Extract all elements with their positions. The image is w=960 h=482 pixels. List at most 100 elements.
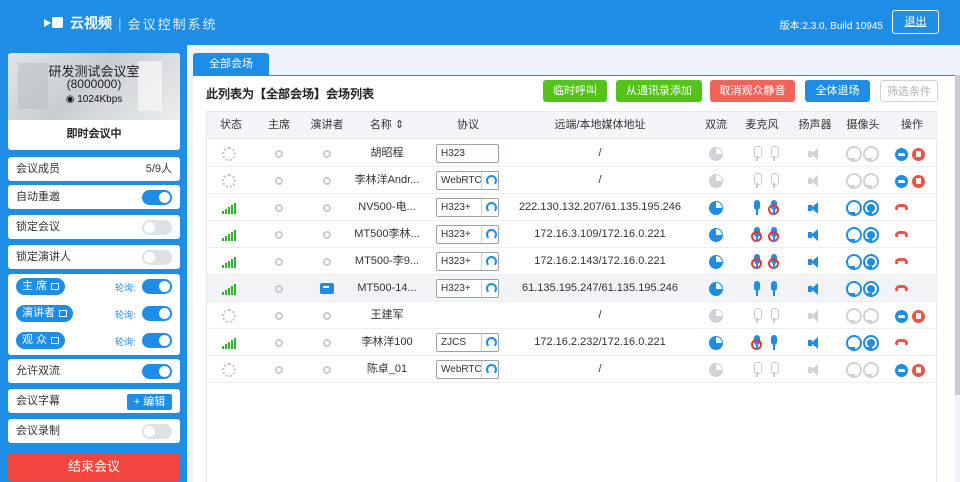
speaker-icon[interactable] <box>808 256 822 268</box>
logout-button[interactable]: 退出 <box>892 10 939 34</box>
tab-all-venues[interactable]: 全部会场 <box>193 53 269 75</box>
protocol-select[interactable]: WebRTC <box>436 171 499 190</box>
set-presenter-radio[interactable] <box>323 258 331 266</box>
mic-icon[interactable] <box>751 335 762 350</box>
scrollbar[interactable] <box>955 75 960 395</box>
hangup-icon[interactable] <box>895 258 908 264</box>
temp-call-button[interactable]: 临时呼叫 <box>543 80 607 102</box>
set-presenter-radio[interactable] <box>323 339 331 347</box>
mic-icon[interactable] <box>768 254 779 269</box>
speaker-icon[interactable] <box>808 148 822 160</box>
set-chair-radio[interactable] <box>275 177 283 185</box>
presenter-poll-toggle[interactable] <box>142 306 172 321</box>
delete-icon[interactable] <box>912 175 925 188</box>
call-icon[interactable] <box>895 310 908 323</box>
end-meeting-button[interactable]: 结束会议 <box>8 453 180 481</box>
subtitle-edit-button[interactable]: + 编辑 <box>127 394 172 410</box>
mic-icon[interactable] <box>770 335 778 350</box>
set-chair-radio[interactable] <box>275 150 283 158</box>
set-chair-radio[interactable] <box>275 366 283 374</box>
speaker-icon[interactable] <box>808 175 822 187</box>
mic-icon[interactable] <box>770 308 779 323</box>
role-chair[interactable]: 主 席 <box>16 278 66 295</box>
camera-icon[interactable] <box>846 254 862 270</box>
mic-icon[interactable] <box>753 146 762 161</box>
all-leave-button[interactable]: 全体退场 <box>805 80 870 102</box>
dual-stream-icon[interactable] <box>709 228 723 242</box>
mic-icon[interactable] <box>770 362 779 377</box>
protocol-select[interactable]: H323 <box>436 144 499 163</box>
speaker-icon[interactable] <box>808 229 822 241</box>
dual-stream-icon[interactable] <box>709 336 723 350</box>
speaker-icon[interactable] <box>808 337 822 349</box>
dual-stream-icon[interactable] <box>709 201 723 215</box>
mic-icon[interactable] <box>770 281 778 296</box>
dual-stream-icon[interactable] <box>709 363 723 377</box>
dual-stream-icon[interactable] <box>709 255 723 269</box>
camera-icon[interactable] <box>846 362 862 378</box>
call-icon[interactable] <box>895 148 908 161</box>
call-icon[interactable] <box>895 364 908 377</box>
camera-icon[interactable] <box>863 173 879 189</box>
presenter-icon[interactable] <box>320 283 334 294</box>
hangup-icon[interactable] <box>895 204 908 210</box>
camera-icon[interactable] <box>846 173 862 189</box>
role-audience[interactable]: 观 众 <box>16 332 66 349</box>
set-chair-radio[interactable] <box>275 231 283 239</box>
camera-icon[interactable] <box>846 227 862 243</box>
hangup-icon[interactable] <box>895 339 908 345</box>
set-chair-radio[interactable] <box>275 285 283 293</box>
mic-icon[interactable] <box>770 173 779 188</box>
set-presenter-radio[interactable] <box>323 366 331 374</box>
camera-icon[interactable] <box>863 227 879 243</box>
mic-icon[interactable] <box>753 362 762 377</box>
filter-button[interactable]: 筛选条件 <box>880 80 938 102</box>
auto-redial-toggle[interactable] <box>142 190 172 205</box>
delete-icon[interactable] <box>912 148 925 161</box>
protocol-select[interactable]: WebRTC <box>436 360 499 379</box>
speaker-icon[interactable] <box>808 202 822 214</box>
chair-poll-toggle[interactable] <box>142 279 172 294</box>
mic-icon[interactable] <box>753 200 761 215</box>
hangup-icon[interactable] <box>895 285 908 291</box>
call-icon[interactable] <box>895 175 908 188</box>
add-from-contacts-button[interactable]: 从通讯录添加 <box>616 80 702 102</box>
speaker-icon[interactable] <box>808 310 822 322</box>
dual-stream-icon[interactable] <box>709 309 723 323</box>
set-presenter-radio[interactable] <box>323 150 331 158</box>
set-presenter-radio[interactable] <box>323 204 331 212</box>
mic-icon[interactable] <box>751 227 762 242</box>
set-chair-radio[interactable] <box>275 204 283 212</box>
dual-stream-toggle[interactable] <box>142 364 172 379</box>
camera-icon[interactable] <box>863 281 879 297</box>
mic-icon[interactable] <box>770 146 779 161</box>
camera-icon[interactable] <box>863 362 879 378</box>
set-presenter-radio[interactable] <box>323 177 331 185</box>
dual-stream-icon[interactable] <box>709 147 723 161</box>
camera-icon[interactable] <box>863 335 879 351</box>
speaker-icon[interactable] <box>808 364 822 376</box>
set-chair-radio[interactable] <box>275 339 283 347</box>
set-chair-radio[interactable] <box>275 258 283 266</box>
mic-icon[interactable] <box>753 308 762 323</box>
protocol-select[interactable]: H323+ <box>436 279 499 298</box>
camera-icon[interactable] <box>863 146 879 162</box>
col-name[interactable]: 名称 ⇕ <box>351 112 423 139</box>
hangup-icon[interactable] <box>895 231 908 237</box>
speaker-icon[interactable] <box>808 283 822 295</box>
set-presenter-radio[interactable] <box>323 312 331 320</box>
dual-stream-icon[interactable] <box>709 174 723 188</box>
mic-icon[interactable] <box>768 200 779 215</box>
camera-icon[interactable] <box>846 335 862 351</box>
set-presenter-radio[interactable] <box>323 231 331 239</box>
camera-icon[interactable] <box>846 281 862 297</box>
set-chair-radio[interactable] <box>275 312 283 320</box>
camera-icon[interactable] <box>846 308 862 324</box>
mic-icon[interactable] <box>768 227 779 242</box>
role-presenter[interactable]: 演讲者 <box>16 305 73 322</box>
mic-icon[interactable] <box>753 281 761 296</box>
camera-icon[interactable] <box>846 146 862 162</box>
camera-icon[interactable] <box>863 200 879 216</box>
camera-icon[interactable] <box>846 200 862 216</box>
record-toggle[interactable] <box>142 424 172 439</box>
